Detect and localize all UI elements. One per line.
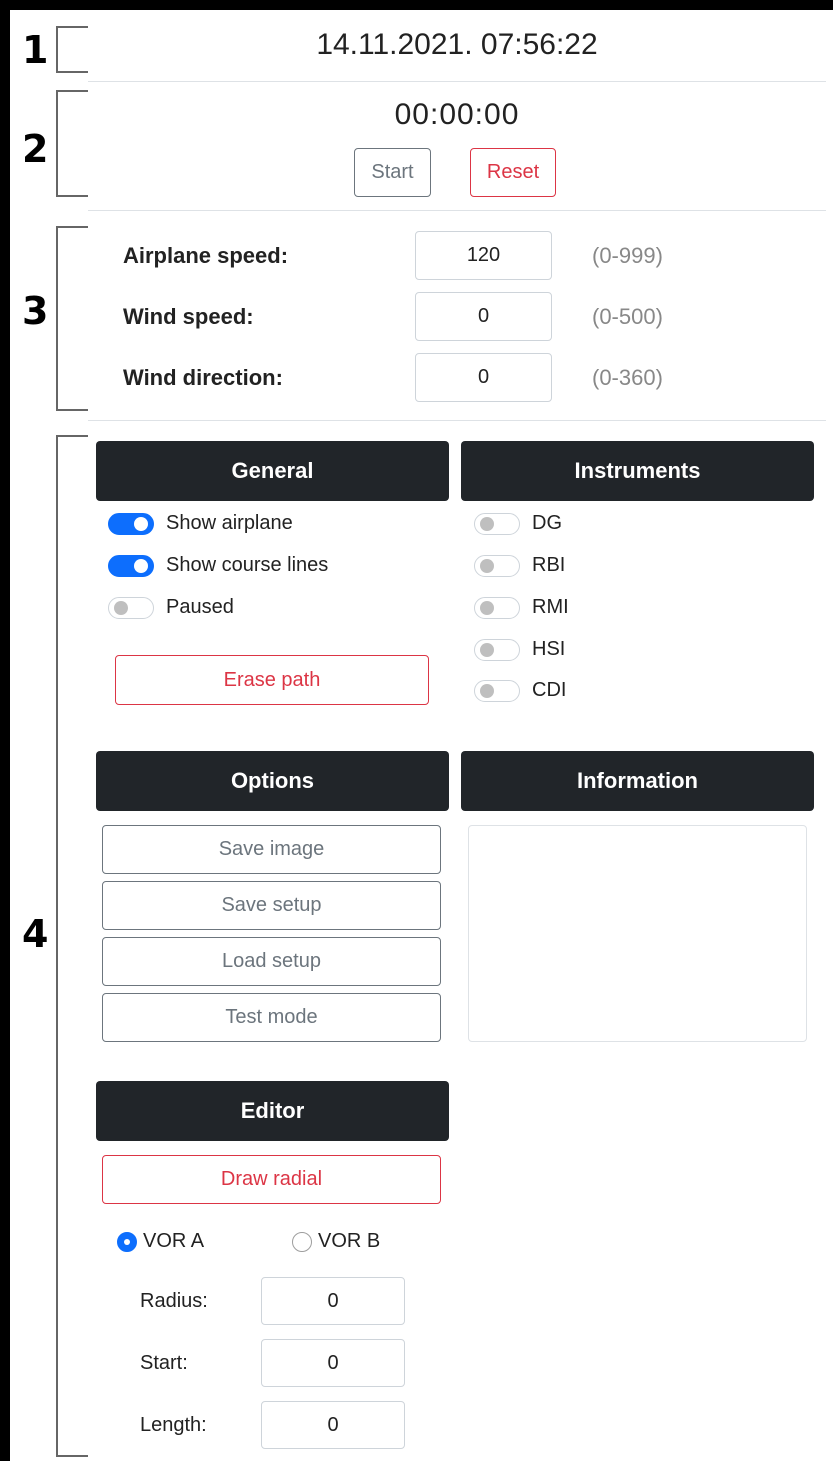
airplane-speed-label: Airplane speed: bbox=[123, 243, 289, 268]
section-bracket-2 bbox=[56, 90, 88, 197]
divider bbox=[88, 81, 826, 82]
erase-path-button[interactable]: Erase path bbox=[115, 655, 429, 705]
divider bbox=[88, 420, 826, 421]
show-airplane-toggle[interactable]: Show airplane bbox=[108, 512, 293, 535]
length-input[interactable]: 0 bbox=[261, 1401, 405, 1449]
section-number-1: 1 bbox=[22, 28, 49, 72]
toggle-switch[interactable] bbox=[474, 512, 520, 535]
information-header: Information bbox=[461, 751, 814, 811]
start-input[interactable]: 0 bbox=[261, 1339, 405, 1387]
start-label: Start: bbox=[140, 1352, 188, 1374]
wind-direction-range: (0-360) bbox=[592, 365, 663, 390]
save-setup-button[interactable]: Save setup bbox=[102, 881, 441, 930]
save-image-button[interactable]: Save image bbox=[102, 825, 441, 874]
section-bracket-3 bbox=[56, 226, 88, 411]
frame-left-border bbox=[0, 0, 10, 1461]
section-number-3: 3 bbox=[22, 289, 49, 333]
wind-speed-label: Wind speed: bbox=[123, 304, 254, 329]
show-course-lines-toggle[interactable]: Show course lines bbox=[108, 554, 328, 577]
toggle-switch[interactable] bbox=[474, 596, 520, 619]
show-course-lines-label: Show course lines bbox=[166, 554, 329, 576]
test-mode-button[interactable]: Test mode bbox=[102, 993, 441, 1042]
frame-top-border bbox=[0, 0, 833, 10]
radius-input[interactable]: 0 bbox=[261, 1277, 405, 1325]
wind-speed-input[interactable]: 0 bbox=[415, 292, 552, 341]
draw-radial-button[interactable]: Draw radial bbox=[102, 1155, 441, 1204]
radius-label: Radius: bbox=[140, 1290, 208, 1312]
datetime-display: 14.11.2021. 07:56:22 bbox=[316, 28, 598, 61]
toggle-switch[interactable] bbox=[474, 554, 520, 577]
rmi-toggle[interactable]: RMI bbox=[474, 596, 569, 619]
start-button[interactable]: Start bbox=[354, 148, 431, 197]
toggle-switch[interactable] bbox=[474, 638, 520, 661]
stopwatch-display: 00:00:00 bbox=[394, 98, 520, 131]
toggle-switch[interactable] bbox=[108, 512, 154, 535]
paused-toggle[interactable]: Paused bbox=[108, 596, 234, 619]
hsi-label: HSI bbox=[532, 638, 566, 660]
vor-a-radio[interactable]: VOR A bbox=[117, 1230, 204, 1253]
section-bracket-1 bbox=[56, 26, 88, 73]
cdi-toggle[interactable]: CDI bbox=[474, 679, 566, 702]
section-number-4: 4 bbox=[22, 912, 49, 956]
show-airplane-label: Show airplane bbox=[166, 512, 293, 534]
wind-direction-input[interactable]: 0 bbox=[415, 353, 552, 402]
airplane-speed-input[interactable]: 120 bbox=[415, 231, 552, 280]
section-bracket-4 bbox=[56, 435, 88, 1457]
radio-dot[interactable] bbox=[292, 1231, 312, 1252]
hsi-toggle[interactable]: HSI bbox=[474, 638, 565, 661]
vor-a-label: VOR A bbox=[143, 1230, 205, 1252]
rbi-label: RBI bbox=[532, 554, 566, 576]
rmi-label: RMI bbox=[532, 596, 569, 618]
dg-toggle[interactable]: DG bbox=[474, 512, 562, 535]
toggle-switch[interactable] bbox=[108, 554, 154, 577]
toggle-switch[interactable] bbox=[474, 679, 520, 702]
information-panel bbox=[468, 825, 807, 1042]
radio-dot[interactable] bbox=[117, 1231, 137, 1252]
wind-speed-range: (0-500) bbox=[592, 304, 663, 329]
paused-label: Paused bbox=[166, 596, 234, 618]
wind-direction-label: Wind direction: bbox=[123, 365, 283, 390]
toggle-switch[interactable] bbox=[108, 596, 154, 619]
reset-button[interactable]: Reset bbox=[470, 148, 556, 197]
divider bbox=[88, 210, 826, 211]
vor-b-radio[interactable]: VOR B bbox=[292, 1230, 380, 1253]
instruments-header: Instruments bbox=[461, 441, 814, 501]
rbi-toggle[interactable]: RBI bbox=[474, 554, 565, 577]
vor-b-label: VOR B bbox=[318, 1230, 381, 1252]
length-label: Length: bbox=[140, 1414, 207, 1436]
section-number-2: 2 bbox=[22, 127, 49, 171]
load-setup-button[interactable]: Load setup bbox=[102, 937, 441, 986]
editor-header: Editor bbox=[96, 1081, 449, 1141]
airplane-speed-range: (0-999) bbox=[592, 243, 663, 268]
dg-label: DG bbox=[532, 512, 562, 534]
options-header: Options bbox=[96, 751, 449, 811]
general-header: General bbox=[96, 441, 449, 501]
cdi-label: CDI bbox=[532, 679, 567, 701]
